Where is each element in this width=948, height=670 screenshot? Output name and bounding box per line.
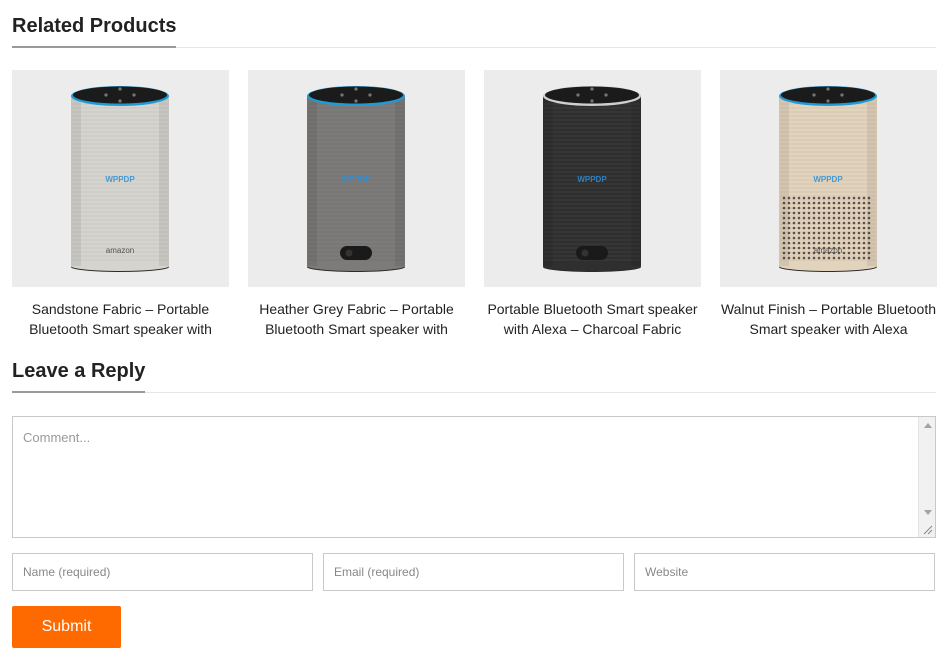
product-card-charcoal[interactable]: WPPDP Portable Bluetooth Smart speaker w… <box>484 70 701 339</box>
speaker-illustration: WPPDP amazon <box>71 86 169 272</box>
speaker-illustration: WPPDP <box>307 86 405 272</box>
comment-textarea[interactable] <box>13 417 935 537</box>
product-image[interactable]: WPPDP amazon <box>12 70 229 287</box>
comment-scrollbar[interactable] <box>918 417 935 537</box>
product-image[interactable]: WPPDP <box>248 70 465 287</box>
svg-text:WPPDP: WPPDP <box>813 175 843 184</box>
email-field[interactable] <box>323 553 624 591</box>
leave-reply-header: Leave a Reply <box>12 359 936 393</box>
resize-grip-icon[interactable] <box>922 524 933 535</box>
product-card-walnut[interactable]: WPPDP amazon Walnut Finish – Portable Blu… <box>720 70 937 339</box>
related-products-heading: Related Products <box>12 14 177 48</box>
product-title[interactable]: Heather Grey Fabric – Portable Bluetooth… <box>248 299 465 339</box>
product-image[interactable]: WPPDP <box>484 70 701 287</box>
product-card-heather-grey[interactable]: WPPDP Heather Grey Fabric – Portable Blu… <box>248 70 465 339</box>
speaker-illustration: WPPDP <box>543 86 641 272</box>
svg-text:WPPDP: WPPDP <box>577 175 607 184</box>
leave-reply-heading: Leave a Reply <box>12 359 146 393</box>
related-products-grid: WPPDP amazon Sandstone Fabric – Portable … <box>12 70 937 339</box>
product-title[interactable]: Walnut Finish – Portable Bluetooth Smart… <box>720 299 937 339</box>
svg-text:WPPDP: WPPDP <box>105 175 135 184</box>
svg-text:amazon: amazon <box>814 246 842 255</box>
svg-text:WPPDP: WPPDP <box>341 175 371 184</box>
product-card-sandstone[interactable]: WPPDP amazon Sandstone Fabric – Portable … <box>12 70 229 339</box>
submit-button[interactable]: Submit <box>12 606 121 648</box>
name-field[interactable] <box>12 553 313 591</box>
speaker-illustration: WPPDP amazon <box>779 86 877 272</box>
product-title[interactable]: Sandstone Fabric – Portable Bluetooth Sm… <box>12 299 229 339</box>
scroll-up-arrow-icon[interactable] <box>924 423 932 428</box>
product-title[interactable]: Portable Bluetooth Smart speaker with Al… <box>484 299 701 339</box>
scroll-down-arrow-icon[interactable] <box>924 510 932 515</box>
commenter-fields <box>12 553 936 591</box>
svg-text:amazon: amazon <box>106 246 134 255</box>
related-products-header: Related Products <box>12 14 936 48</box>
product-image[interactable]: WPPDP amazon <box>720 70 937 287</box>
comment-box <box>12 416 936 538</box>
website-field[interactable] <box>634 553 935 591</box>
